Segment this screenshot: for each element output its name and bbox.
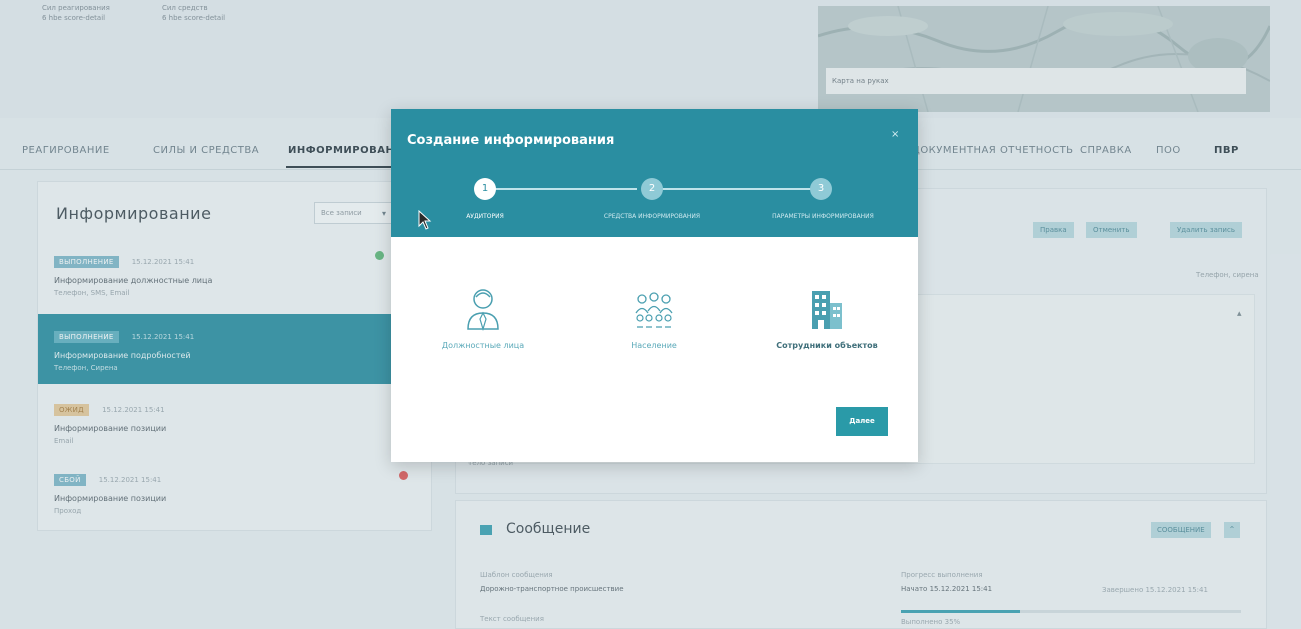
step-2-label: СРЕДСТВА ИНФОРМИРОВАНИЯ <box>603 213 701 220</box>
step-1-label: АУДИТОРИЯ <box>466 213 504 220</box>
step-connector <box>495 188 637 190</box>
people-group-icon <box>635 292 673 328</box>
modal-header: Создание информирования × 1 2 3 АУДИТОРИ… <box>391 109 918 237</box>
close-icon[interactable]: × <box>891 129 899 140</box>
step-3-circle[interactable]: 3 <box>810 178 832 200</box>
next-button[interactable]: Далее <box>836 407 888 436</box>
step-3-label: ПАРАМЕТРЫ ИНФОРМИРОВАНИЯ <box>772 213 874 220</box>
mouse-cursor-icon <box>418 210 432 230</box>
official-person-icon <box>467 289 499 331</box>
step-2-circle[interactable]: 2 <box>641 178 663 200</box>
step-1-circle[interactable]: 1 <box>474 178 496 200</box>
option-label: Сотрудники объектов <box>776 341 878 350</box>
option-label: Должностные лица <box>441 341 525 350</box>
modal-title: Создание информирования <box>407 133 615 148</box>
audience-option-object-employees[interactable]: Сотрудники объектов <box>747 287 907 367</box>
create-informing-modal: Создание информирования × 1 2 3 АУДИТОРИ… <box>391 109 918 462</box>
audience-option-officials[interactable]: Должностные лица <box>403 287 563 367</box>
step-connector <box>661 188 811 190</box>
option-label: Население <box>631 341 677 350</box>
audience-option-population[interactable]: Население <box>574 287 734 367</box>
building-icon <box>812 291 842 329</box>
